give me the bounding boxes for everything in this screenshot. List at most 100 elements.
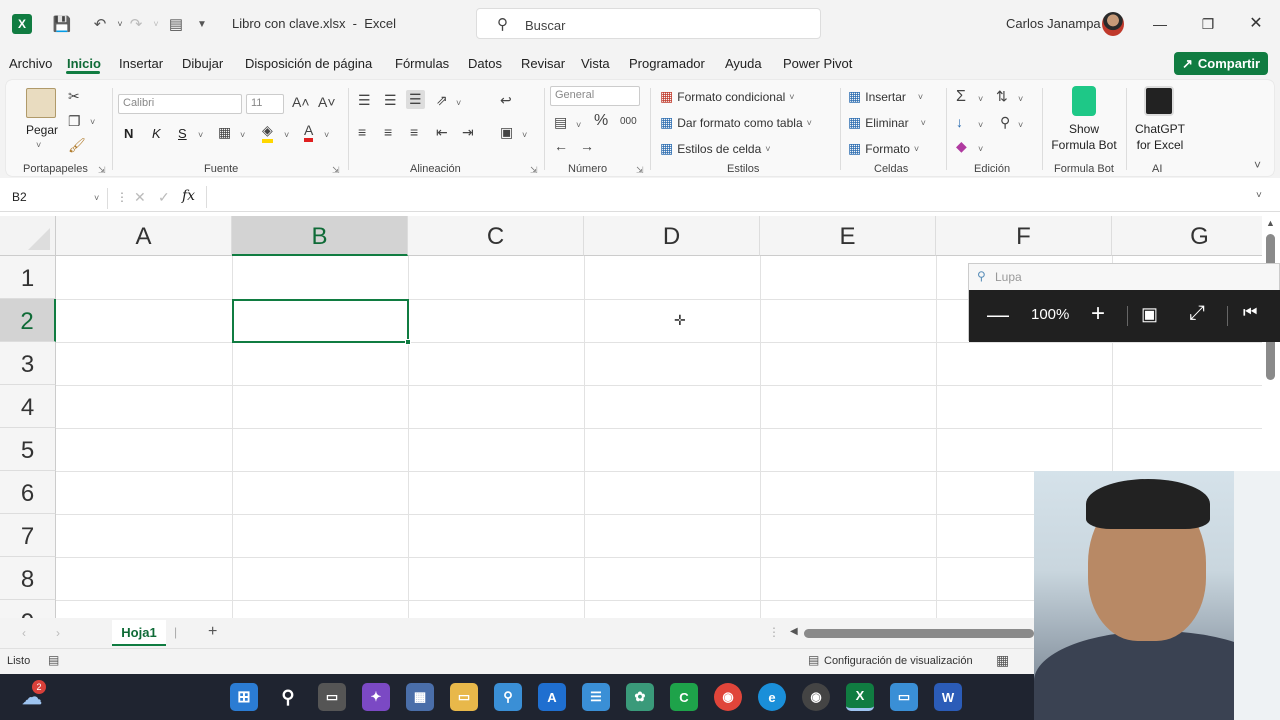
user-name[interactable]: Carlos Janampa: [1006, 16, 1101, 31]
zoom-tool-icon[interactable]: ⚲: [494, 683, 522, 711]
tab-archivo[interactable]: Archivo: [9, 56, 52, 71]
find-dropdown-icon[interactable]: ˅: [1018, 120, 1023, 130]
column-header-f[interactable]: F: [936, 216, 1112, 256]
paste-dropdown-icon[interactable]: ˅: [36, 140, 41, 150]
column-header-g[interactable]: G: [1112, 216, 1262, 256]
sort-dropdown-icon[interactable]: ˅: [1018, 94, 1023, 104]
autosum-icon[interactable]: Σ: [956, 88, 966, 106]
task-view-icon[interactable]: ▭: [318, 683, 346, 711]
search-taskbar-icon[interactable]: ⚲: [274, 683, 302, 711]
merge-center-icon[interactable]: ▣: [500, 124, 513, 141]
form-icon[interactable]: ▤: [164, 12, 188, 36]
increase-decimal-icon[interactable]: ←: [554, 138, 568, 154]
obs-icon[interactable]: ◉: [802, 683, 830, 711]
add-sheet-button[interactable]: +: [208, 623, 217, 641]
font-color-icon[interactable]: A: [304, 122, 314, 142]
tab-formulas[interactable]: Fórmulas: [395, 56, 449, 71]
row-header-7[interactable]: 7: [0, 514, 56, 557]
previous-sheet-icon[interactable]: ‹: [22, 626, 26, 640]
selected-cell-b2[interactable]: [232, 299, 411, 345]
currency-dropdown-icon[interactable]: ˅: [576, 120, 581, 130]
tab-inicio[interactable]: Inicio: [67, 56, 101, 71]
close-button[interactable]: ✕: [1244, 12, 1268, 36]
number-launcher-icon[interactable]: ⇲: [636, 165, 644, 176]
underline-dropdown-icon[interactable]: ˅: [198, 130, 203, 140]
scroll-left-icon[interactable]: ◀: [790, 626, 798, 637]
row-header-8[interactable]: 8: [0, 557, 56, 600]
azure-icon[interactable]: A: [538, 683, 566, 711]
restore-button[interactable]: ❐: [1196, 12, 1220, 36]
start-button[interactable]: ⊞: [230, 683, 258, 711]
tab-datos[interactable]: Datos: [468, 56, 502, 71]
underline-button[interactable]: S: [178, 126, 187, 141]
clear-dropdown-icon[interactable]: ˅: [978, 144, 983, 154]
thousands-icon[interactable]: 000: [620, 116, 637, 127]
save-icon[interactable]: 💾: [50, 12, 74, 36]
increase-font-icon[interactable]: A˄: [292, 94, 310, 110]
align-top-icon[interactable]: ☰: [358, 92, 371, 109]
share-button[interactable]: ↗ Compartir: [1174, 52, 1268, 75]
italic-button[interactable]: K: [152, 126, 161, 141]
alignment-launcher-icon[interactable]: ⇲: [530, 165, 538, 176]
zoom-out-button[interactable]: —: [987, 302, 1009, 328]
fill-dropdown-icon[interactable]: ˅: [978, 120, 983, 130]
sort-filter-icon[interactable]: ⇅: [996, 88, 1008, 105]
cell-styles-button[interactable]: ▦ Estilos de celda ˅: [660, 140, 771, 157]
column-header-a[interactable]: A: [56, 216, 232, 256]
collapse-ribbon-icon[interactable]: ˅: [1254, 158, 1261, 172]
autosum-dropdown-icon[interactable]: ˅: [978, 94, 983, 104]
expand-formula-bar-icon[interactable]: ˅: [1256, 190, 1262, 201]
tab-dibujar[interactable]: Dibujar: [182, 56, 223, 71]
number-format-combo[interactable]: General: [550, 86, 640, 106]
font-color-dropdown-icon[interactable]: ˅: [324, 130, 329, 140]
more-options-icon[interactable]: ⋮: [116, 190, 128, 204]
expand-icon[interactable]: ⤢: [1189, 302, 1205, 325]
tab-disposicion[interactable]: Disposición de página: [245, 56, 372, 71]
row-header-3[interactable]: 3: [0, 342, 56, 385]
customize-toolbar-icon[interactable]: ▼: [190, 12, 214, 36]
minimize-button[interactable]: —: [1148, 12, 1172, 36]
align-middle-icon[interactable]: ☰: [384, 92, 397, 109]
camtasia-icon[interactable]: C: [670, 683, 698, 711]
word-icon[interactable]: W: [934, 683, 962, 711]
chatgpt-icon[interactable]: [1144, 86, 1174, 116]
cancel-entry-icon[interactable]: ✕: [134, 189, 146, 206]
display-settings-icon[interactable]: ▤: [808, 653, 819, 667]
search-box[interactable]: ⚲ Buscar: [476, 8, 821, 39]
row-header-9[interactable]: 9: [0, 600, 56, 618]
font-launcher-icon[interactable]: ⇲: [332, 165, 340, 176]
tab-revisar[interactable]: Revisar: [521, 56, 565, 71]
column-header-e[interactable]: E: [760, 216, 936, 256]
chrome-icon[interactable]: ◉: [714, 683, 742, 711]
tab-ayuda[interactable]: Ayuda: [725, 56, 762, 71]
horizontal-scroll-thumb[interactable]: [804, 629, 1034, 638]
fill-handle[interactable]: [405, 339, 411, 345]
insert-cells-button[interactable]: ▦ Insertar ˅: [848, 88, 923, 105]
select-all-button[interactable]: [0, 216, 56, 256]
find-icon[interactable]: ⚲: [1000, 114, 1010, 131]
borders-icon[interactable]: ▦: [218, 124, 231, 141]
tab-power-pivot[interactable]: Power Pivot: [783, 56, 852, 71]
decrease-decimal-icon[interactable]: →: [580, 138, 594, 154]
confirm-entry-icon[interactable]: ✓: [158, 189, 170, 206]
fill-color-icon[interactable]: ◈: [262, 122, 273, 143]
magnifier-window[interactable]: ⚲ Lupa — 100% + ▣ ⤢ ⏮: [968, 263, 1280, 342]
paste-icon[interactable]: [26, 88, 56, 118]
align-center-icon[interactable]: ≡: [384, 124, 392, 140]
column-header-d[interactable]: D: [584, 216, 760, 256]
format-as-table-button[interactable]: ▦ Dar formato como tabla ˅: [660, 114, 812, 131]
avatar[interactable]: [1102, 12, 1124, 36]
row-header-4[interactable]: 4: [0, 385, 56, 428]
copilot-icon[interactable]: ✦: [362, 683, 390, 711]
name-box-dropdown-icon[interactable]: ˅: [94, 193, 99, 203]
notepad-icon[interactable]: ☰: [582, 683, 610, 711]
scroll-up-icon[interactable]: ▲: [1266, 218, 1275, 228]
row-header-2[interactable]: 2: [0, 299, 56, 342]
font-name-combo[interactable]: Calibri: [118, 94, 242, 114]
zoom-in-button[interactable]: +: [1091, 300, 1105, 328]
orientation-dropdown-icon[interactable]: ˅: [456, 98, 461, 108]
borders-dropdown-icon[interactable]: ˅: [240, 130, 245, 140]
formula-bot-icon[interactable]: [1072, 86, 1096, 116]
format-cells-button[interactable]: ▦ Formato ˅: [848, 140, 919, 157]
tab-vista[interactable]: Vista: [581, 56, 610, 71]
